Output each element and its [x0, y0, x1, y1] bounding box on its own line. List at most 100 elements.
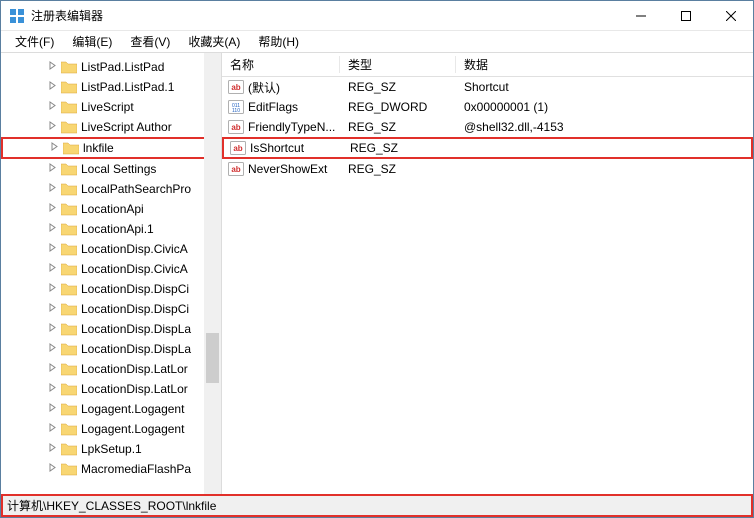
folder-icon — [61, 162, 77, 176]
tree-item-label: LocationDisp.LatLor — [81, 382, 188, 396]
tree-item[interactable]: LocationDisp.LatLor — [1, 379, 221, 399]
tree-item[interactable]: LocationDisp.DispCi — [1, 299, 221, 319]
tree-item[interactable]: ListPad.ListPad.1 — [1, 77, 221, 97]
window-title: 注册表编辑器 — [31, 7, 618, 24]
tree-pane[interactable]: ListPad.ListPadListPad.ListPad.1LiveScri… — [1, 53, 222, 494]
maximize-button[interactable] — [663, 1, 708, 30]
tree-expand-icon[interactable] — [45, 463, 59, 475]
svg-text:ab: ab — [231, 165, 240, 174]
content-area: ListPad.ListPadListPad.ListPad.1LiveScri… — [1, 53, 753, 494]
tree-item[interactable]: LpkSetup.1 — [1, 439, 221, 459]
tree-expand-icon[interactable] — [45, 223, 59, 235]
folder-icon — [61, 262, 77, 276]
tree-item[interactable]: Logagent.Logagent — [1, 419, 221, 439]
folder-icon — [61, 242, 77, 256]
menu-view[interactable]: 查看(V) — [122, 31, 178, 52]
tree-item[interactable]: LocationDisp.CivicA — [1, 259, 221, 279]
value-name-cell: ab(默认) — [222, 79, 340, 96]
tree-expand-icon[interactable] — [45, 183, 59, 195]
tree-expand-icon[interactable] — [45, 363, 59, 375]
tree-expand-icon[interactable] — [45, 81, 59, 93]
value-row[interactable]: ab(默认)REG_SZShortcut — [222, 77, 753, 97]
tree-expand-icon[interactable] — [45, 323, 59, 335]
tree-expand-icon[interactable] — [45, 443, 59, 455]
tree-item[interactable]: LocationDisp.DispLa — [1, 319, 221, 339]
tree-item-label: LocationApi.1 — [81, 222, 154, 236]
tree-item[interactable]: LocationDisp.LatLor — [1, 359, 221, 379]
tree-item-label: lnkfile — [83, 141, 114, 155]
tree-expand-icon[interactable] — [45, 423, 59, 435]
folder-icon — [61, 342, 77, 356]
tree-item[interactable]: LocationApi — [1, 199, 221, 219]
tree-item[interactable]: LiveScript — [1, 97, 221, 117]
tree-expand-icon[interactable] — [45, 121, 59, 133]
tree-expand-icon[interactable] — [45, 283, 59, 295]
tree-item[interactable]: LocationDisp.DispLa — [1, 339, 221, 359]
tree-expand-icon[interactable] — [45, 303, 59, 315]
value-name-label: FriendlyTypeN... — [248, 120, 335, 134]
menu-help[interactable]: 帮助(H) — [250, 31, 307, 52]
svg-text:ab: ab — [231, 123, 240, 132]
tree-item[interactable]: LocalPathSearchPro — [1, 179, 221, 199]
tree-scrollbar[interactable] — [204, 53, 221, 494]
folder-icon — [61, 402, 77, 416]
tree-expand-icon[interactable] — [45, 203, 59, 215]
tree-item-label: LocationApi — [81, 202, 144, 216]
folder-icon — [61, 362, 77, 376]
tree-item[interactable]: Local Settings — [1, 159, 221, 179]
tree-item-label: Logagent.Logagent — [81, 422, 184, 436]
tree-item-label: MacromediaFlashPa — [81, 462, 191, 476]
menu-file[interactable]: 文件(F) — [7, 31, 62, 52]
folder-icon — [61, 282, 77, 296]
scrollbar-thumb[interactable] — [206, 333, 219, 383]
value-type-cell: REG_SZ — [340, 120, 456, 134]
tree-expand-icon[interactable] — [45, 263, 59, 275]
minimize-button[interactable] — [618, 1, 663, 30]
value-name-label: EditFlags — [248, 100, 298, 114]
svg-text:ab: ab — [233, 144, 242, 153]
tree-expand-icon[interactable] — [45, 243, 59, 255]
tree-item[interactable]: MacromediaFlashPa — [1, 459, 221, 479]
column-header-name[interactable]: 名称 — [222, 56, 340, 73]
tree-item[interactable]: LocationDisp.DispCi — [1, 279, 221, 299]
column-header-type[interactable]: 类型 — [340, 56, 456, 73]
value-name-label: (默认) — [248, 79, 280, 96]
column-header-data[interactable]: 数据 — [456, 56, 753, 73]
tree-expand-icon[interactable] — [45, 101, 59, 113]
string-icon: ab — [228, 161, 244, 177]
value-row[interactable]: abNeverShowExtREG_SZ — [222, 159, 753, 179]
tree-item[interactable]: Logagent.Logagent — [1, 399, 221, 419]
value-row-selected[interactable]: abIsShortcutREG_SZ — [222, 137, 753, 159]
menu-edit[interactable]: 编辑(E) — [64, 31, 120, 52]
tree-item-label: Logagent.Logagent — [81, 402, 184, 416]
value-name-cell: ab FriendlyTypeN... — [222, 119, 340, 135]
grid-body[interactable]: ab(默认)REG_SZShortcut 011110 EditFlags REG_D… — [222, 77, 753, 494]
tree-expand-icon[interactable] — [45, 61, 59, 73]
value-type-cell: REG_SZ — [342, 141, 458, 155]
tree-item-label: LocationDisp.CivicA — [81, 262, 188, 276]
menu-bar: 文件(F) 编辑(E) 查看(V) 收藏夹(A) 帮助(H) — [1, 31, 753, 53]
dword-icon: 011110 — [228, 99, 244, 115]
tree-item-label: LocationDisp.DispCi — [81, 302, 189, 316]
value-type-cell: REG_DWORD — [340, 100, 456, 114]
tree-item[interactable]: ListPad.ListPad — [1, 57, 221, 77]
tree-expand-icon[interactable] — [45, 403, 59, 415]
tree-item[interactable]: LocationApi.1 — [1, 219, 221, 239]
folder-icon — [61, 222, 77, 236]
menu-favorites[interactable]: 收藏夹(A) — [180, 31, 248, 52]
tree-item[interactable]: LocationDisp.CivicA — [1, 239, 221, 259]
tree-expand-icon[interactable] — [45, 343, 59, 355]
close-button[interactable] — [708, 1, 753, 30]
value-row[interactable]: 011110EditFlagsREG_DWORD0x00000001 (1) — [222, 97, 753, 117]
tree-expand-icon[interactable] — [45, 383, 59, 395]
string-icon: ab — [228, 79, 244, 95]
tree-item[interactable]: LiveScript Author — [1, 117, 221, 137]
tree-expand-icon[interactable] — [47, 142, 61, 154]
tree-item-selected[interactable]: lnkfile — [1, 137, 221, 159]
svg-text:110: 110 — [232, 108, 240, 114]
value-row[interactable]: abFriendlyTypeN...REG_SZ@shell32.dll,-41… — [222, 117, 753, 137]
folder-icon — [63, 141, 79, 155]
folder-icon — [61, 442, 77, 456]
tree-list: ListPad.ListPadListPad.ListPad.1LiveScri… — [1, 57, 221, 479]
tree-expand-icon[interactable] — [45, 163, 59, 175]
